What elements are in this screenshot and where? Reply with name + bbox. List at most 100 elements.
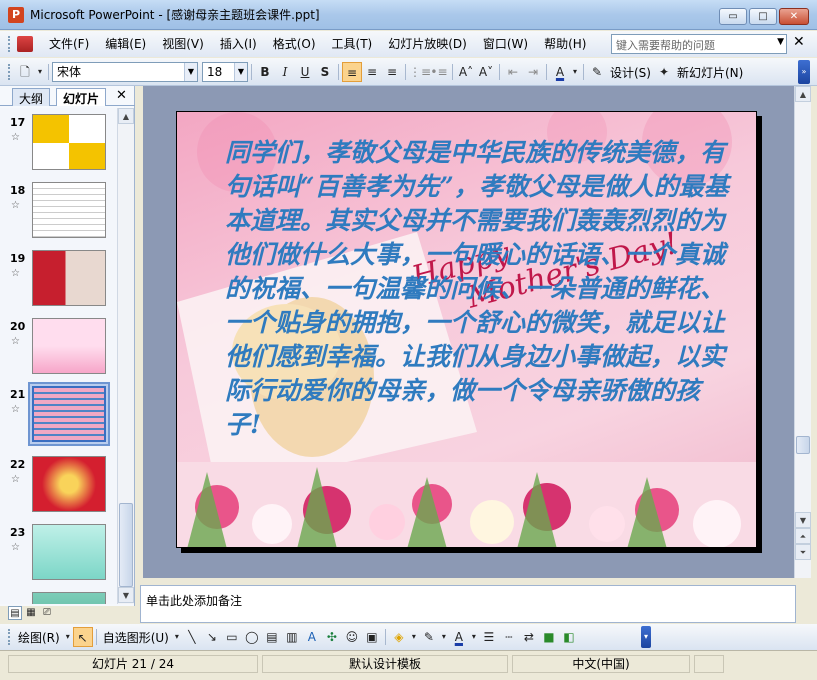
menu-edit[interactable]: 编辑(E) [97, 34, 154, 54]
close-pane-icon[interactable]: ✕ [116, 88, 127, 103]
chevron-down-icon[interactable]: ▾ [570, 62, 580, 82]
menu-format[interactable]: 格式(O) [265, 34, 324, 54]
scroll-up-icon[interactable]: ▲ [795, 86, 811, 102]
autoshapes-button[interactable]: 自选图形(U) [100, 629, 172, 646]
help-search-input[interactable]: 键入需要帮助的问题 ▼ [611, 34, 787, 54]
italic-icon[interactable]: I [275, 62, 295, 82]
chevron-down-icon[interactable]: ▾ [469, 627, 479, 647]
arrow-icon[interactable]: ↘ [202, 627, 222, 647]
font-size-select[interactable]: 18 ▼ [202, 62, 248, 82]
document-menu-icon[interactable] [17, 36, 33, 52]
bold-icon[interactable]: B [255, 62, 275, 82]
dash-style-icon[interactable]: ┄ [499, 627, 519, 647]
textbox-icon[interactable]: ▤ [262, 627, 282, 647]
chevron-down-icon[interactable]: ▾ [172, 627, 182, 647]
line-color-icon[interactable]: ✎ [419, 627, 439, 647]
minimize-button[interactable]: ▭ [719, 8, 747, 25]
bullet-list-icon[interactable]: •≡ [429, 62, 449, 82]
font-color-icon[interactable]: A [550, 62, 570, 82]
scroll-thumb[interactable] [796, 436, 810, 454]
toolbar-grip[interactable] [8, 629, 11, 645]
slideshow-icon[interactable]: ⎚ [40, 606, 54, 620]
align-left-icon[interactable]: ≡ [342, 62, 362, 82]
toolbar-grip[interactable] [8, 36, 11, 52]
wordart-icon[interactable]: A [302, 627, 322, 647]
design-button[interactable]: 设计(S) [607, 64, 654, 81]
draw-menu-button[interactable]: 绘图(R) [15, 629, 63, 646]
slide-body-text[interactable]: 同学们，孝敬父母是中华民族的传统美德，有句话叫“百善孝为先”，孝敬父母是做人的最… [225, 136, 730, 442]
align-right-icon[interactable]: ≡ [382, 62, 402, 82]
menu-slideshow[interactable]: 幻灯片放映(D) [380, 34, 475, 54]
underline-icon[interactable]: U [295, 62, 315, 82]
line-icon[interactable]: ╲ [182, 627, 202, 647]
scroll-down-icon[interactable]: ▼ [118, 587, 134, 603]
normal-view-icon[interactable]: ▤ [8, 606, 22, 620]
toolbar-grip[interactable] [8, 64, 11, 80]
thumbnail-scrollbar[interactable]: ▲ ▼ [117, 108, 134, 604]
slide-thumbnail[interactable] [0, 588, 118, 604]
decrease-indent-icon[interactable]: ⇤ [503, 62, 523, 82]
slide-thumbnail[interactable]: 20 ☆ [0, 314, 118, 380]
diagram-icon[interactable]: ✣ [322, 627, 342, 647]
menu-view[interactable]: 视图(V) [154, 34, 212, 54]
slide-thumbnail-selected[interactable]: 21 ☆ [0, 382, 118, 448]
slide-sorter-icon[interactable]: ▦ [24, 606, 38, 620]
next-slide-icon[interactable]: ⏷ [795, 544, 811, 560]
arrow-style-icon[interactable]: ⇄ [519, 627, 539, 647]
select-pointer-icon[interactable]: ↖ [72, 627, 93, 647]
font-name-select[interactable]: 宋体 ▼ [52, 62, 198, 82]
rectangle-icon[interactable]: ▭ [222, 627, 242, 647]
scroll-thumb[interactable] [119, 503, 133, 587]
close-window-button[interactable]: ✕ [779, 8, 809, 25]
slide-thumbnail[interactable]: 19 ☆ [0, 246, 118, 312]
tab-slides[interactable]: 幻灯片 [56, 88, 107, 106]
vertical-textbox-icon[interactable]: ▥ [282, 627, 302, 647]
notes-pane[interactable]: 单击此处添加备注 [140, 585, 796, 623]
tab-outline[interactable]: 大纲 [12, 88, 51, 106]
line-style-icon[interactable]: ☰ [479, 627, 499, 647]
chevron-down-icon[interactable]: ▾ [63, 627, 73, 647]
new-document-icon[interactable]: 🗋 [15, 62, 35, 82]
numbered-list-icon[interactable]: ⋮≡ [409, 62, 431, 82]
slide-scrollbar[interactable]: ▲ ▼ ⏶ ⏷ [794, 86, 811, 578]
slide-thumbnail[interactable]: 17 ☆ [0, 110, 118, 176]
chevron-down-icon[interactable]: ▼ [777, 37, 784, 47]
chevron-down-icon[interactable]: ▾ [409, 627, 419, 647]
toolbar-options-icon[interactable]: ▾ [35, 62, 45, 82]
new-slide-button[interactable]: 新幻灯片(N) [674, 64, 746, 81]
slide-thumbnail[interactable]: 22 ☆ [0, 452, 118, 518]
oval-icon[interactable]: ◯ [242, 627, 262, 647]
clipart-icon[interactable]: ☺ [342, 627, 362, 647]
decrease-font-icon[interactable]: A˅ [476, 62, 496, 82]
toolbar-overflow-icon[interactable]: ▾ [641, 626, 651, 648]
menu-file[interactable]: 文件(F) [41, 34, 97, 54]
design-icon[interactable]: ✎ [587, 62, 607, 82]
scroll-down-icon[interactable]: ▼ [795, 512, 811, 528]
menu-window[interactable]: 窗口(W) [475, 34, 536, 54]
increase-indent-icon[interactable]: ⇥ [523, 62, 543, 82]
toolbar-overflow-icon[interactable]: » [798, 60, 810, 84]
chevron-down-icon[interactable]: ▼ [234, 63, 247, 81]
close-document-icon[interactable]: ✕ [793, 34, 805, 50]
shadow-style-icon[interactable]: ■ [539, 627, 559, 647]
chevron-down-icon[interactable]: ▾ [439, 627, 449, 647]
menu-help[interactable]: 帮助(H) [536, 34, 594, 54]
current-slide[interactable]: Happy Mother's Day! 同学们，孝敬父母是中华民族的传统美德，有… [176, 111, 757, 548]
scroll-up-icon[interactable]: ▲ [118, 108, 134, 124]
new-slide-icon[interactable]: ✦ [654, 62, 674, 82]
fill-color-icon[interactable]: ◈ [389, 627, 409, 647]
powerpoint-app-icon[interactable]: P [8, 6, 24, 23]
slide-thumbnail[interactable]: 23 ☆ [0, 520, 118, 586]
menu-tools[interactable]: 工具(T) [324, 34, 381, 54]
menu-insert[interactable]: 插入(I) [212, 34, 265, 54]
chevron-down-icon[interactable]: ▼ [184, 63, 197, 81]
font-color-icon[interactable]: A [449, 627, 469, 647]
shadow-icon[interactable]: S [315, 62, 335, 82]
increase-font-icon[interactable]: A˄ [456, 62, 476, 82]
align-center-icon[interactable]: ≡ [362, 62, 382, 82]
previous-slide-icon[interactable]: ⏶ [795, 528, 811, 544]
template-status[interactable]: 默认设计模板 [262, 655, 508, 673]
picture-icon[interactable]: ▣ [362, 627, 382, 647]
slide-thumbnail[interactable]: 18 ☆ [0, 178, 118, 244]
3d-style-icon[interactable]: ◧ [559, 627, 579, 647]
